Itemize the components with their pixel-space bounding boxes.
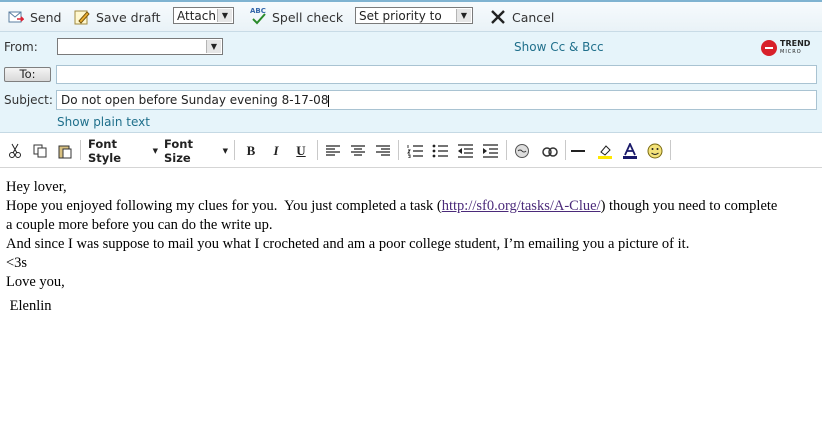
priority-dropdown[interactable]: Set priority to ▼: [355, 7, 473, 24]
trend-micro-icon: [761, 40, 777, 56]
chevron-down-icon: ▼: [217, 9, 232, 22]
message-line: Hope you enjoyed following my clues for …: [6, 198, 778, 214]
copy-icon[interactable]: [31, 142, 49, 159]
chevron-down-icon: ▼: [456, 9, 471, 22]
attach-dropdown[interactable]: Attach ▼: [173, 7, 234, 24]
from-select[interactable]: ▼: [57, 38, 223, 55]
numbered-list-icon[interactable]: [406, 142, 424, 159]
emoticon-icon[interactable]: [646, 142, 664, 159]
font-style-dropdown[interactable]: Font Style ▼: [88, 137, 158, 165]
priority-label: Set priority to: [359, 8, 442, 23]
align-left-icon[interactable]: [324, 142, 342, 159]
message-body[interactable]: Hey lover, Hope you enjoyed following my…: [0, 168, 822, 441]
pencil-icon: [74, 9, 90, 25]
bold-button[interactable]: B: [243, 142, 259, 159]
trend-micro-logo: TREND MICRO: [760, 39, 810, 57]
insert-link-icon[interactable]: [513, 142, 531, 159]
text-cursor: [328, 94, 330, 107]
send-label: Send: [30, 9, 62, 25]
paste-icon[interactable]: [56, 142, 74, 159]
chevron-down-icon: ▼: [206, 40, 221, 53]
close-icon: [490, 9, 506, 25]
horizontal-rule-icon[interactable]: [571, 142, 585, 159]
task-link[interactable]: http://sf0.org/tasks/A-Clue/: [442, 198, 601, 214]
cancel-label: Cancel: [512, 9, 555, 25]
font-color-icon[interactable]: [621, 142, 639, 159]
compose-header: From: ▼ Show Cc & Bcc TREND MICRO To: Su…: [0, 32, 822, 133]
attach-label: Attach: [177, 8, 216, 23]
decrease-indent-icon[interactable]: [456, 142, 474, 159]
spell-check-icon: ABC: [250, 7, 266, 25]
from-label: From:: [4, 40, 38, 54]
bullet-list-icon[interactable]: [431, 142, 449, 159]
align-right-icon[interactable]: [374, 142, 392, 159]
remove-link-icon[interactable]: [540, 142, 560, 159]
show-cc-bcc-link[interactable]: Show Cc & Bcc: [514, 40, 604, 54]
align-center-icon[interactable]: [349, 142, 367, 159]
signature: Elenlin: [6, 298, 52, 314]
message-line: Love you,: [6, 274, 65, 290]
message-line: a couple more before you can do the writ…: [6, 217, 273, 233]
increase-indent-icon[interactable]: [481, 142, 499, 159]
highlight-color-icon[interactable]: [596, 142, 614, 159]
underline-button[interactable]: U: [293, 142, 309, 159]
spell-check-label: Spell check: [272, 9, 344, 25]
message-line: Hey lover,: [6, 179, 67, 195]
save-draft-label: Save draft: [96, 9, 161, 25]
message-line: And since I was suppose to mail you what…: [6, 236, 690, 252]
cancel-button[interactable]: Cancel: [490, 7, 554, 27]
font-size-dropdown[interactable]: Font Size ▼: [164, 137, 228, 165]
subject-field[interactable]: Do not open before Sunday evening 8-17-0…: [56, 90, 817, 110]
send-button[interactable]: Send: [8, 7, 61, 27]
formatting-toolbar: Font Style ▼ Font Size ▼ B I U: [0, 133, 822, 168]
cut-icon[interactable]: [7, 142, 23, 159]
send-icon: [8, 9, 25, 25]
message-line: <3s: [6, 255, 28, 271]
to-field[interactable]: [56, 65, 817, 84]
subject-value: Do not open before Sunday evening 8-17-0…: [61, 93, 329, 107]
compose-toolbar: Send Save draft Attach ▼ ABC Spell check…: [0, 2, 822, 32]
subject-label: Subject:: [4, 93, 53, 107]
to-button[interactable]: To:: [4, 67, 51, 82]
italic-button[interactable]: I: [268, 142, 284, 159]
show-plain-text-link[interactable]: Show plain text: [57, 115, 150, 129]
save-draft-button[interactable]: Save draft: [74, 7, 160, 27]
spell-check-button[interactable]: ABC Spell check: [250, 7, 343, 27]
